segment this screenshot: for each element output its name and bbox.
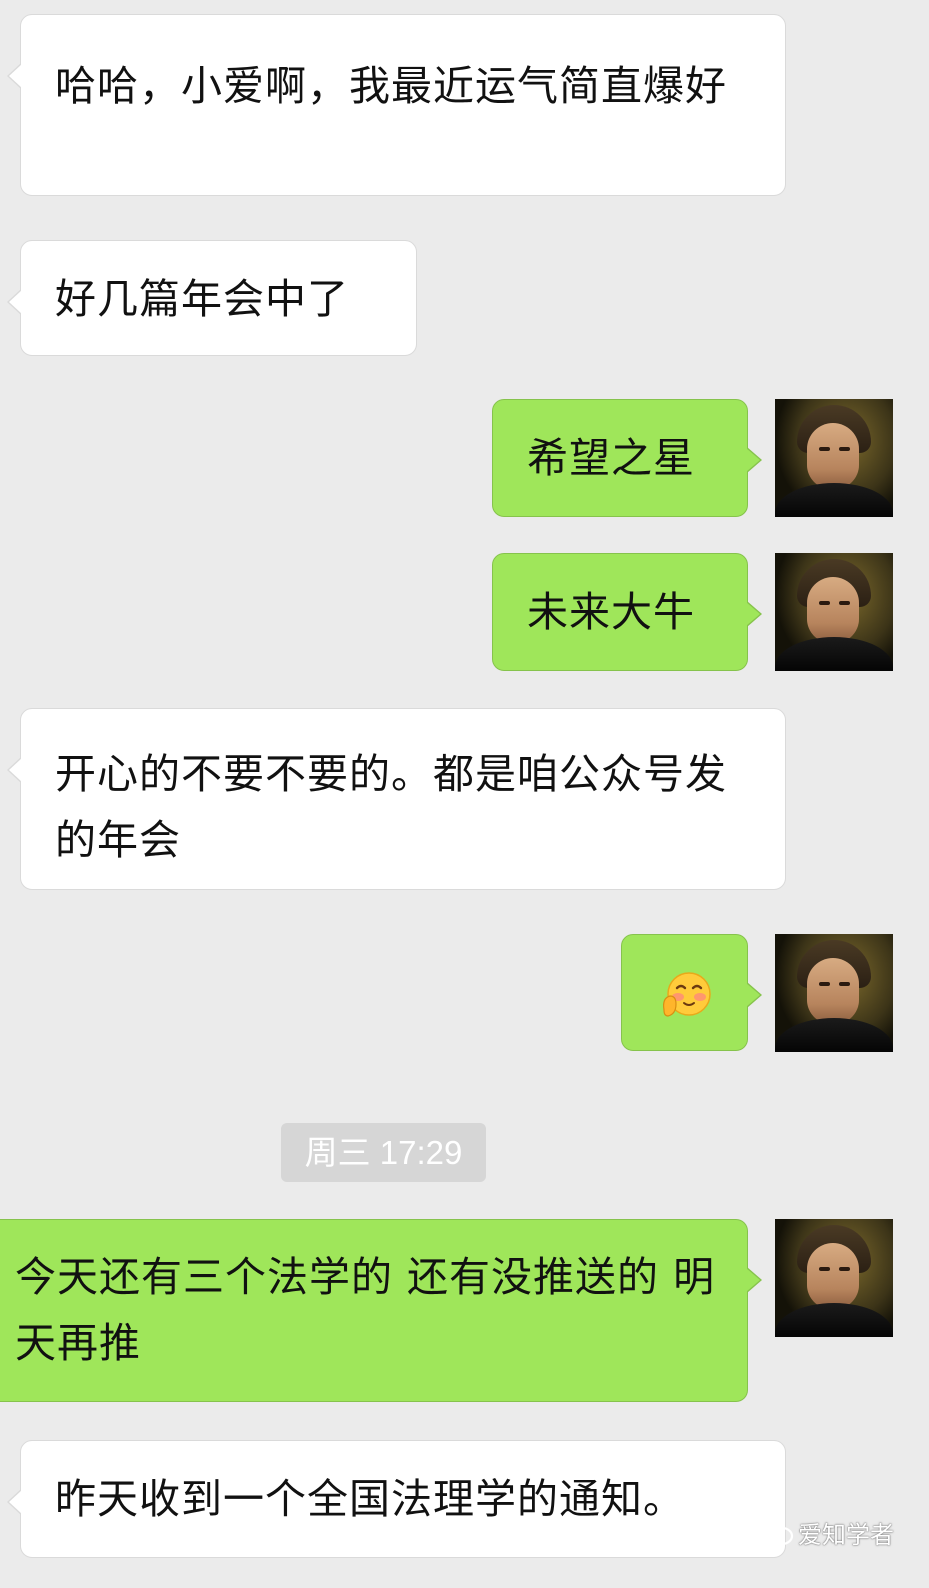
blushing-face-emoji	[663, 972, 711, 1017]
user-avatar[interactable]	[775, 934, 893, 1052]
wechat-logo-icon	[758, 1518, 794, 1546]
message-bubble-outgoing[interactable]: 今天还有三个法学的 还有没推送的 明天再推	[0, 1219, 762, 1402]
user-avatar[interactable]	[775, 553, 893, 671]
message-text: 希望之星	[527, 434, 695, 482]
watermark-text: 爱知学者	[798, 1520, 894, 1549]
message-bubble-outgoing[interactable]: 希望之星	[492, 399, 762, 517]
timestamp-label: 周三 17:29	[281, 1123, 486, 1182]
message-text: 未来大牛	[527, 588, 695, 636]
message-bubble-incoming[interactable]: 好几篇年会中了	[7, 240, 417, 356]
message-bubble-incoming[interactable]: 哈哈，小爱啊，我最近运气简直爆好	[7, 14, 786, 196]
message-bubble-outgoing[interactable]: 未来大牛	[492, 553, 762, 671]
message-text: 昨天收到一个全国法理学的通知。	[55, 1475, 685, 1523]
message-text: 好几篇年会中了	[55, 275, 349, 323]
user-avatar[interactable]	[775, 399, 893, 517]
message-text: 今天还有三个法学的 还有没推送的 明天再推	[15, 1253, 716, 1367]
message-bubble-incoming[interactable]: 昨天收到一个全国法理学的通知。	[7, 1440, 786, 1558]
message-text: 开心的不要不要的。都是咱公众号发的年会	[55, 750, 727, 864]
user-avatar[interactable]	[775, 1219, 893, 1337]
watermark: 爱知学者	[758, 1514, 894, 1550]
message-bubble-incoming[interactable]: 开心的不要不要的。都是咱公众号发的年会	[7, 708, 786, 890]
message-text: 哈哈，小爱啊，我最近运气简直爆好	[55, 62, 727, 110]
